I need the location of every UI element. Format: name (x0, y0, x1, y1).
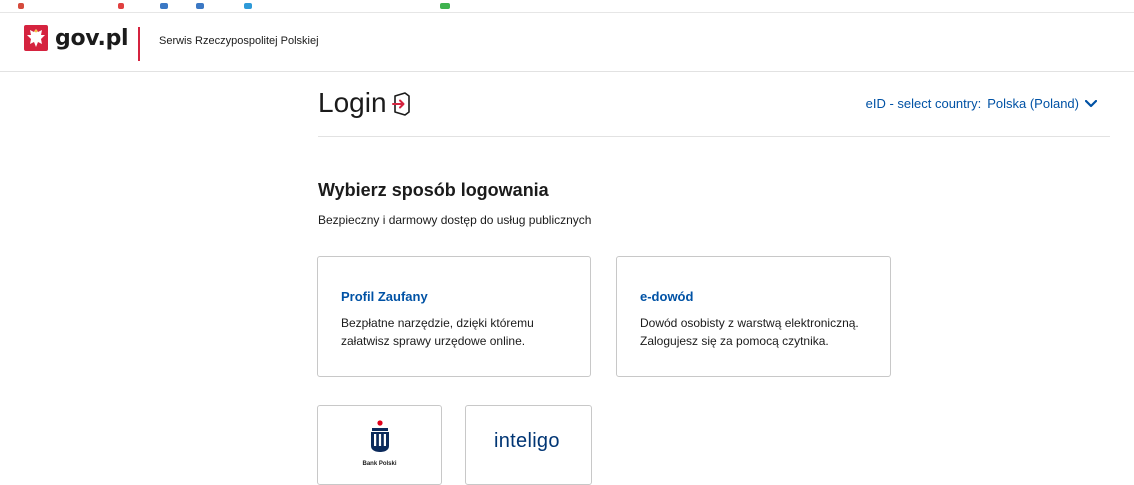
login-row: Login eID - select country: Polska (Pola… (318, 85, 1110, 123)
card-title[interactable]: e-dowód (640, 289, 693, 304)
login-divider (318, 136, 1110, 137)
service-name: Serwis Rzeczypospolitej Polskiej (159, 35, 319, 47)
e-dowod-card[interactable]: e-dowód Dowód osobisty z warstwą elektro… (616, 256, 891, 377)
login-arrow-icon (392, 92, 410, 116)
bank-tile-pko[interactable]: Bank Polski (317, 405, 442, 485)
profil-zaufany-card[interactable]: Profil Zaufany Bezpłatne narzędzie, dzię… (317, 256, 591, 377)
page-title: Login (318, 87, 387, 118)
country-selector[interactable]: eID - select country: Polska (Poland) (866, 96, 1097, 111)
card-title[interactable]: Profil Zaufany (341, 289, 428, 304)
section-subtitle: Bezpieczny i darmowy dostęp do usług pub… (318, 213, 592, 227)
site-header: gov.pl Serwis Rzeczypospolitej Polskiej (0, 13, 1134, 71)
header-red-divider (138, 27, 140, 61)
chevron-down-icon (1085, 99, 1097, 107)
logo-text: gov.pl (55, 25, 129, 51)
bank-tile-inteligo[interactable]: inteligo (465, 405, 592, 485)
pko-bank-logo-icon (371, 420, 389, 452)
country-value[interactable]: Polska (Poland) (987, 96, 1079, 111)
polish-eagle-icon (24, 25, 48, 51)
top-cropped-strip (0, 0, 1134, 12)
header-divider (0, 71, 1134, 72)
card-description: Bezpłatne narzędzie, dzięki któremu zała… (341, 316, 534, 348)
bank-name: Bank Polski (362, 461, 397, 467)
section-title: Wybierz sposób logowania (318, 180, 549, 200)
country-label: eID - select country: (865, 96, 982, 111)
card-description: Dowód osobisty z warstwą elektroniczną. … (640, 316, 859, 348)
govpl-logo-link[interactable]: gov.pl (24, 25, 129, 51)
inteligo-logo: inteligo (494, 430, 560, 452)
